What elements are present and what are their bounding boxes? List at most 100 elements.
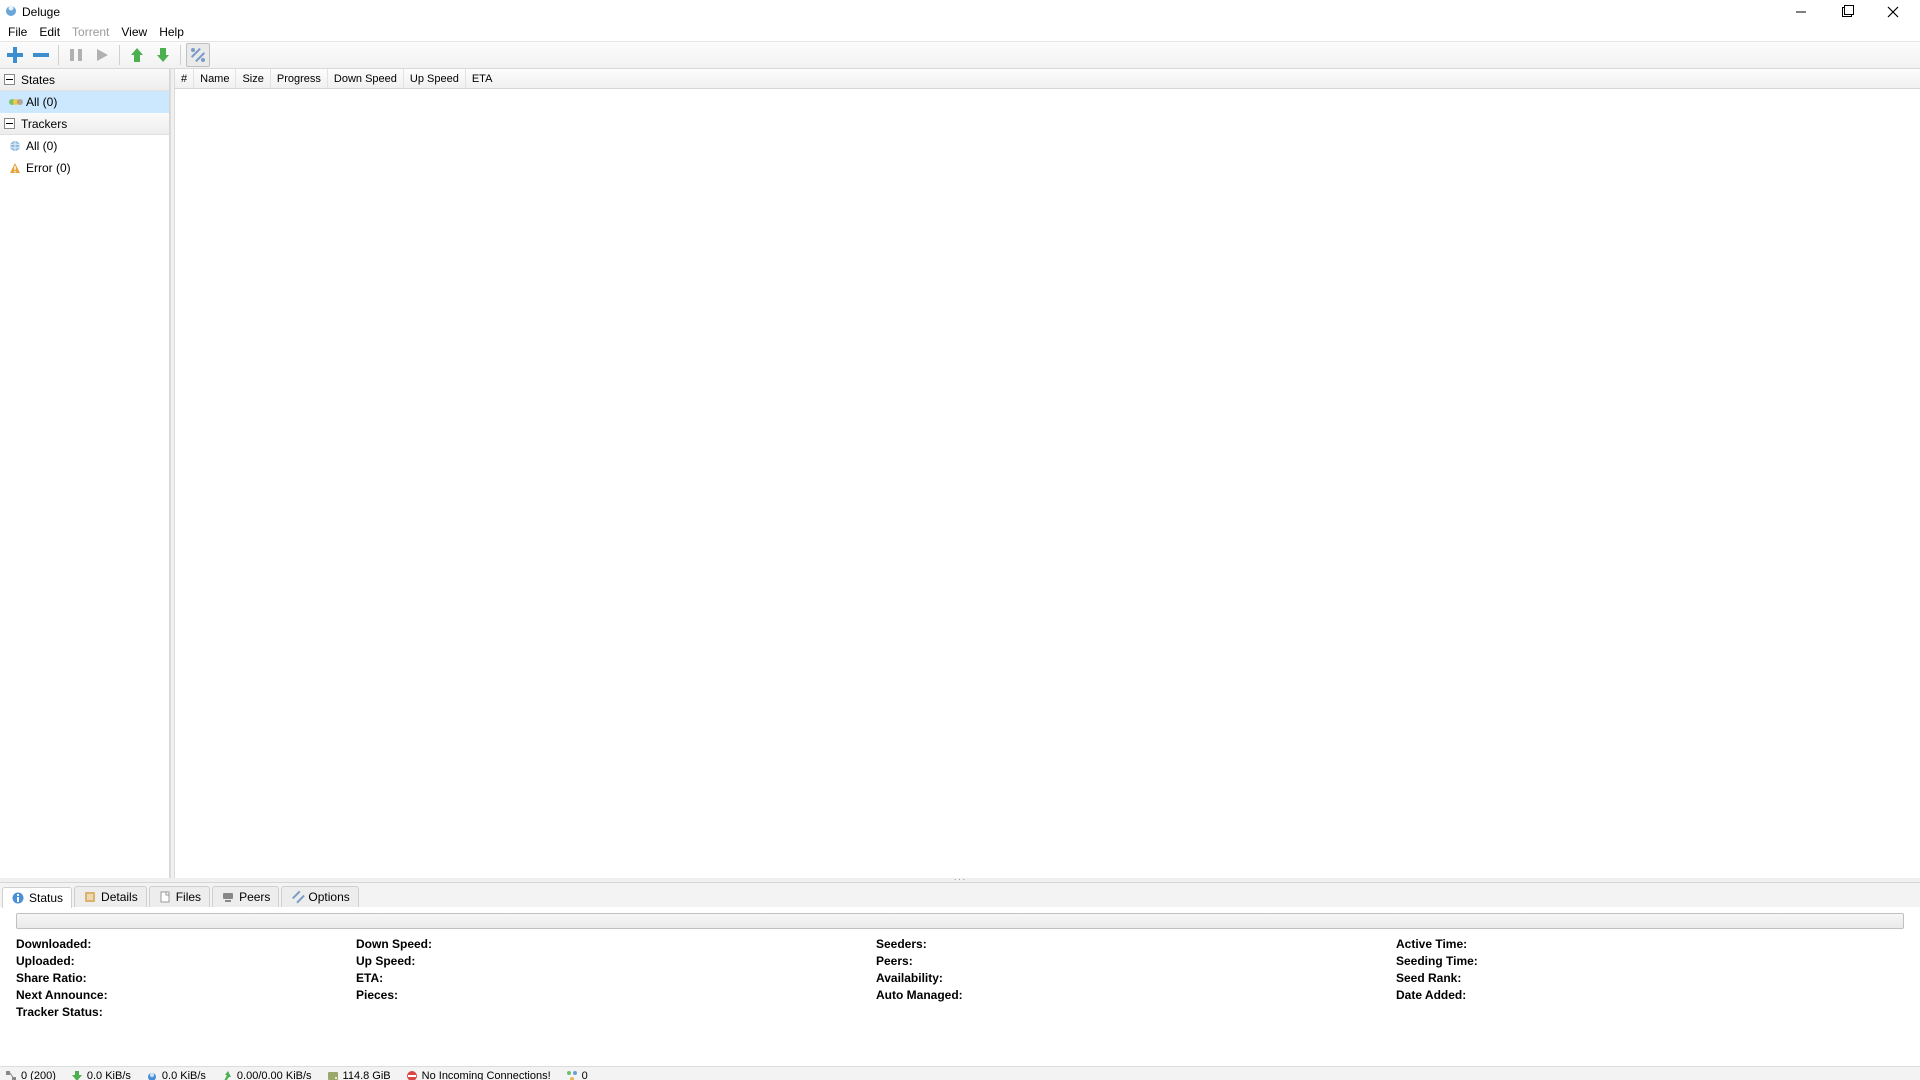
sb-down-speed[interactable]: 0.0 KiB/s bbox=[70, 1069, 131, 1080]
sb-value: 0 bbox=[582, 1070, 588, 1080]
status-label: Tracker Status: bbox=[16, 1005, 356, 1019]
status-label: Auto Managed: bbox=[876, 988, 1396, 1002]
menu-file[interactable]: File bbox=[2, 24, 33, 40]
sb-value: 0 (200) bbox=[21, 1070, 56, 1080]
col-index[interactable]: # bbox=[175, 69, 194, 88]
network-icon bbox=[4, 1069, 18, 1080]
status-label: Pieces: bbox=[356, 988, 876, 1002]
sidebar-item-states-all[interactable]: All (0) bbox=[0, 91, 169, 113]
list-header: # Name Size Progress Down Speed Up Speed… bbox=[175, 69, 1920, 89]
arrow-up-icon bbox=[129, 47, 145, 63]
col-size[interactable]: Size bbox=[236, 69, 270, 88]
status-label: Seed Rank: bbox=[1396, 971, 1904, 985]
sb-value: No Incoming Connections! bbox=[422, 1070, 551, 1080]
tab-details[interactable]: Details bbox=[74, 886, 147, 907]
toolbar-separator bbox=[180, 45, 181, 65]
no-entry-icon bbox=[405, 1069, 419, 1080]
tab-label: Peers bbox=[239, 890, 270, 904]
sidebar-group-states[interactable]: States bbox=[0, 69, 169, 91]
menu-edit[interactable]: Edit bbox=[33, 24, 66, 40]
status-label: Date Added: bbox=[1396, 988, 1904, 1002]
main-area: States All (0) Trackers All (0) Error (0… bbox=[0, 69, 1920, 878]
sb-connections[interactable]: 0 (200) bbox=[4, 1069, 56, 1080]
status-label: Seeding Time: bbox=[1396, 954, 1904, 968]
status-bar: 0 (200) 0.0 KiB/s 0.0 KiB/s 0.00/0.00 Ki… bbox=[0, 1066, 1920, 1080]
status-label: Uploaded: bbox=[16, 954, 356, 968]
col-progress[interactable]: Progress bbox=[271, 69, 328, 88]
tab-peers[interactable]: Peers bbox=[212, 886, 279, 907]
sidebar-item-trackers-error[interactable]: Error (0) bbox=[0, 157, 169, 179]
sb-dht[interactable]: 0 bbox=[565, 1069, 588, 1080]
sidebar-item-label: All (0) bbox=[26, 95, 57, 109]
details-tabs: Status Details Files Peers Options bbox=[0, 883, 1920, 907]
app-icon bbox=[4, 3, 18, 20]
col-name[interactable]: Name bbox=[194, 69, 236, 88]
sidebar-item-trackers-all[interactable]: All (0) bbox=[0, 135, 169, 157]
col-down-speed[interactable]: Down Speed bbox=[328, 69, 404, 88]
details-pane: Status Details Files Peers Options Downl… bbox=[0, 882, 1920, 1066]
tab-label: Files bbox=[176, 890, 201, 904]
status-label: Down Speed: bbox=[356, 937, 876, 951]
torrent-list: # Name Size Progress Down Speed Up Speed… bbox=[175, 69, 1920, 878]
peers-icon bbox=[221, 890, 235, 904]
maximize-button[interactable] bbox=[1824, 1, 1870, 23]
sb-value: 0.0 KiB/s bbox=[87, 1070, 131, 1080]
toolbar-separator bbox=[119, 45, 120, 65]
tab-label: Details bbox=[101, 890, 138, 904]
toolbar bbox=[0, 41, 1920, 69]
disk-icon bbox=[326, 1069, 340, 1080]
sidebar-group-label: Trackers bbox=[21, 117, 67, 131]
sb-up-speed[interactable]: 0.0 KiB/s bbox=[145, 1069, 206, 1080]
sidebar-item-label: Error (0) bbox=[26, 161, 71, 175]
horizontal-splitter[interactable] bbox=[0, 878, 1920, 882]
warning-icon bbox=[8, 161, 22, 175]
col-up-speed[interactable]: Up Speed bbox=[404, 69, 466, 88]
options-icon bbox=[290, 890, 304, 904]
queue-down-button[interactable] bbox=[151, 43, 175, 67]
tab-options[interactable]: Options bbox=[281, 886, 358, 907]
status-label: Up Speed: bbox=[356, 954, 876, 968]
list-body[interactable] bbox=[175, 89, 1920, 878]
menu-view[interactable]: View bbox=[115, 24, 153, 40]
close-button[interactable] bbox=[1870, 1, 1916, 23]
menu-help[interactable]: Help bbox=[153, 24, 190, 40]
col-eta[interactable]: ETA bbox=[466, 69, 499, 88]
collapse-icon[interactable] bbox=[4, 118, 15, 129]
status-label: Active Time: bbox=[1396, 937, 1904, 951]
sb-protocol[interactable]: 0.00/0.00 KiB/s bbox=[220, 1069, 312, 1080]
remove-torrent-button[interactable] bbox=[29, 43, 53, 67]
queue-up-button[interactable] bbox=[125, 43, 149, 67]
sb-value: 0.0 KiB/s bbox=[162, 1070, 206, 1080]
status-grid: Downloaded: Down Speed: Seeders: Active … bbox=[16, 937, 1904, 1019]
status-label: Seeders: bbox=[876, 937, 1396, 951]
preferences-button[interactable] bbox=[186, 43, 210, 67]
status-label: Downloaded: bbox=[16, 937, 356, 951]
menu-bar: File Edit Torrent View Help bbox=[0, 23, 1920, 41]
tab-status[interactable]: Status bbox=[2, 887, 72, 908]
sb-value: 114.8 GiB bbox=[343, 1070, 391, 1080]
sidebar: States All (0) Trackers All (0) Error (0… bbox=[0, 69, 170, 878]
tab-files[interactable]: Files bbox=[149, 886, 210, 907]
minus-icon bbox=[32, 46, 50, 64]
dht-icon bbox=[565, 1069, 579, 1080]
pause-button[interactable] bbox=[64, 43, 88, 67]
traffic-icon bbox=[8, 95, 22, 109]
pause-icon bbox=[69, 48, 83, 62]
preferences-icon bbox=[190, 47, 206, 63]
sb-disk[interactable]: 114.8 GiB bbox=[326, 1069, 391, 1080]
files-icon bbox=[158, 890, 172, 904]
tab-label: Options bbox=[308, 890, 349, 904]
sb-warning[interactable]: No Incoming Connections! bbox=[405, 1069, 551, 1080]
add-torrent-button[interactable] bbox=[3, 43, 27, 67]
play-icon bbox=[95, 48, 109, 62]
sb-value: 0.00/0.00 KiB/s bbox=[237, 1070, 312, 1080]
sidebar-group-label: States bbox=[21, 73, 55, 87]
sidebar-item-label: All (0) bbox=[26, 139, 57, 153]
arrow-down-icon bbox=[155, 47, 171, 63]
collapse-icon[interactable] bbox=[4, 74, 15, 85]
resume-button[interactable] bbox=[90, 43, 114, 67]
status-tab-content: Downloaded: Down Speed: Seeders: Active … bbox=[0, 907, 1920, 1066]
sidebar-group-trackers[interactable]: Trackers bbox=[0, 113, 169, 135]
window-title: Deluge bbox=[22, 5, 60, 19]
minimize-button[interactable] bbox=[1778, 1, 1824, 23]
